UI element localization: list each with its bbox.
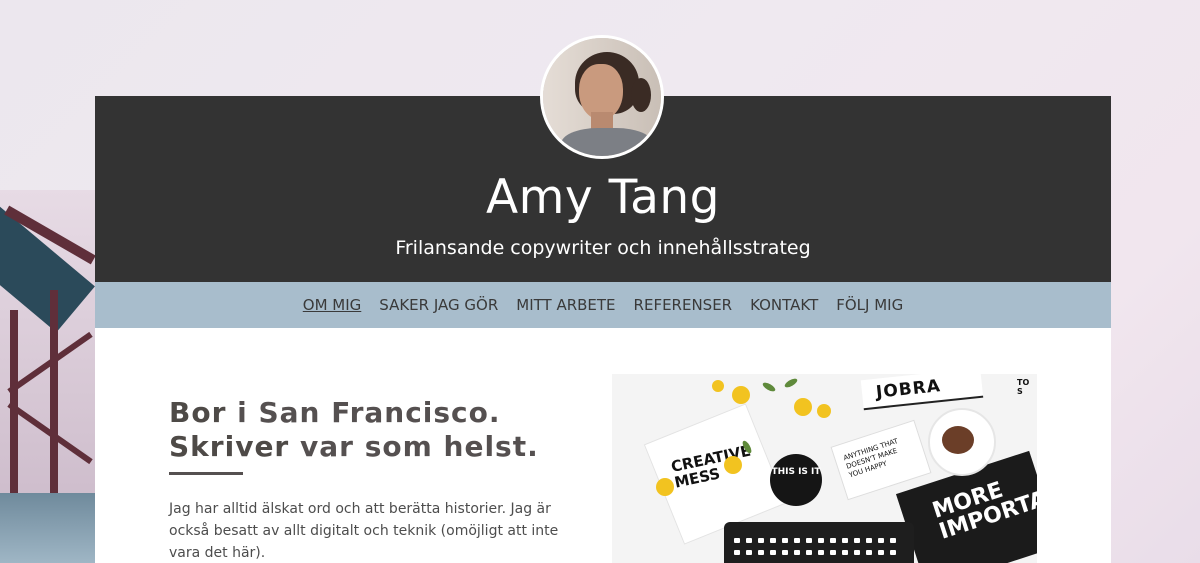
flower	[732, 386, 750, 404]
flower	[656, 478, 674, 496]
about-headline: Bor i San Francisco. Skriver var som hel…	[169, 396, 539, 464]
headline-divider	[169, 472, 243, 475]
site-title: Amy Tang	[485, 170, 721, 225]
headline-rest-2: var som helst.	[289, 430, 539, 463]
site-card: Amy Tang Frilansande copywriter och inne…	[95, 35, 1111, 563]
nav-item-folj-mig[interactable]: FÖLJ MIG	[836, 296, 903, 314]
desk-photo: CREATIVE MESS ANYTHING THAT DOESN'T MAKE…	[612, 374, 1037, 563]
about-paragraph: Jag har alltid älskat ord och att berätt…	[169, 501, 559, 561]
avatar	[540, 35, 664, 159]
corner-text: TO S	[1017, 378, 1030, 396]
site-header: Amy Tang Frilansande copywriter och inne…	[95, 35, 1111, 282]
flower	[724, 456, 742, 474]
flower	[712, 380, 724, 392]
keyboard	[724, 522, 914, 563]
leaf	[761, 380, 777, 394]
poster-text: MORE IMPORTANT	[929, 476, 1037, 545]
poster-top-text: JOBRA	[875, 376, 942, 403]
flower	[794, 398, 812, 416]
nav-item-referenser[interactable]: REFERENSER	[634, 296, 733, 314]
note-text: ANYTHING THAT DOESN'T MAKE YOU HAPPY	[842, 437, 900, 480]
poster-top: JOBRA	[860, 374, 984, 411]
headline-bold-1: Bor	[169, 396, 227, 429]
background-bridge-image	[0, 190, 100, 563]
headline-bold-2: Skriver	[169, 430, 290, 463]
main-nav: OM MIG SAKER JAG GÖR MITT ARBETE REFEREN…	[95, 282, 1111, 328]
leaf	[783, 376, 799, 390]
coffee	[942, 426, 974, 454]
nav-item-saker-jag-gor[interactable]: SAKER JAG GÖR	[379, 296, 498, 314]
this-is-it-badge: THIS IS IT	[770, 454, 822, 506]
headline-rest-1: i San Francisco.	[226, 396, 501, 429]
about-section: Bor i San Francisco. Skriver var som hel…	[95, 328, 1111, 563]
nav-item-kontakt[interactable]: KONTAKT	[750, 296, 818, 314]
flower	[817, 404, 831, 418]
nav-item-om-mig[interactable]: OM MIG	[303, 296, 362, 314]
nav-item-mitt-arbete[interactable]: MITT ARBETE	[516, 296, 615, 314]
site-tagline: Frilansande copywriter och innehållsstra…	[395, 237, 811, 259]
